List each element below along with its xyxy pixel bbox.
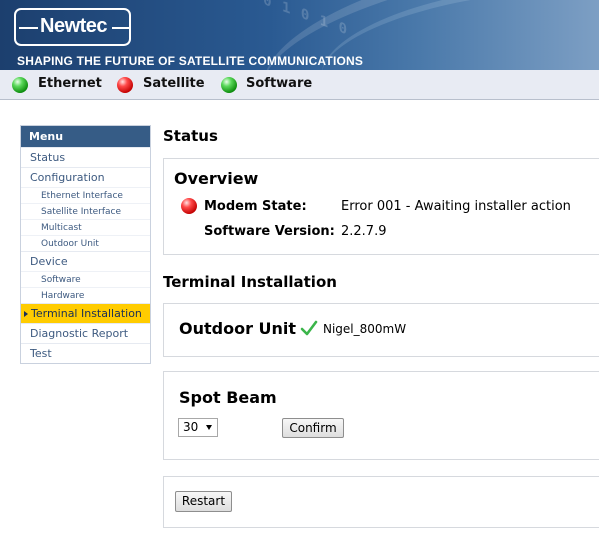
outdoor-unit-panel: Outdoor Unit Nigel_800mW — [163, 303, 599, 357]
restart-button[interactable]: Restart — [175, 491, 232, 512]
terminal-installation-heading: Terminal Installation — [163, 273, 337, 291]
menu-item-terminal-installation[interactable]: Terminal Installation — [21, 303, 150, 323]
spot-beam-panel: Spot Beam 30 Confirm — [163, 371, 599, 460]
check-icon — [300, 320, 318, 336]
active-arrow-icon — [24, 311, 28, 317]
chevron-down-icon — [206, 425, 212, 430]
menu-item-diagnostic-report[interactable]: Diagnostic Report — [21, 323, 150, 343]
menu-item-hardware[interactable]: Hardware — [21, 287, 150, 303]
outdoor-unit-label: Outdoor Unit — [179, 319, 297, 338]
satellite-status-led-icon — [117, 77, 133, 93]
spot-beam-label: Spot Beam — [179, 388, 277, 407]
menu-item-outdoor-unit[interactable]: Outdoor Unit — [21, 235, 150, 251]
newtec-logo: Newtec — [14, 8, 131, 46]
status-bar: Ethernet Satellite Software — [0, 70, 599, 100]
menu-item-configuration[interactable]: Configuration — [21, 167, 150, 187]
ethernet-status-label: Ethernet — [38, 76, 102, 91]
outdoor-unit-value: Nigel_800mW — [323, 322, 407, 336]
menu-item-device[interactable]: Device — [21, 251, 150, 271]
menu-item-software[interactable]: Software — [21, 271, 150, 287]
header-banner: 1 0 1 0 1 1 0 1 0 1 0 Newtec SHAPING THE… — [0, 0, 599, 70]
status-heading: Status — [163, 127, 218, 145]
spot-beam-select[interactable]: 30 — [178, 418, 218, 437]
software-version-label: Software Version: — [204, 224, 335, 239]
ethernet-status-led-icon — [12, 77, 28, 93]
spot-beam-selected-value: 30 — [183, 420, 199, 434]
confirm-button[interactable]: Confirm — [282, 418, 344, 438]
menu-item-terminal-installation-label: Terminal Installation — [31, 307, 142, 320]
overview-title: Overview — [174, 169, 259, 188]
overview-panel: Overview Modem State: Error 001 - Awaiti… — [163, 158, 599, 255]
satellite-status-label: Satellite — [143, 76, 205, 91]
modem-state-label: Modem State: — [204, 199, 307, 214]
software-version-value: 2.2.7.9 — [341, 224, 387, 239]
menu-item-ethernet-interface[interactable]: Ethernet Interface — [21, 187, 150, 203]
menu-title: Menu — [21, 126, 150, 147]
menu-item-test[interactable]: Test — [21, 343, 150, 363]
software-status-led-icon — [221, 77, 237, 93]
menu-item-status[interactable]: Status — [21, 147, 150, 167]
logo-text: Newtec — [40, 15, 108, 37]
modem-state-led-icon — [181, 198, 197, 214]
menu-item-satellite-interface[interactable]: Satellite Interface — [21, 203, 150, 219]
modem-state-value: Error 001 - Awaiting installer action — [341, 199, 571, 214]
software-status-label: Software — [246, 76, 313, 91]
menu-item-multicast[interactable]: Multicast — [21, 219, 150, 235]
tagline: SHAPING THE FUTURE OF SATELLITE COMMUNIC… — [17, 54, 364, 68]
sidebar-menu: Menu Status Configuration Ethernet Inter… — [20, 125, 151, 364]
restart-panel: Restart — [163, 476, 599, 528]
